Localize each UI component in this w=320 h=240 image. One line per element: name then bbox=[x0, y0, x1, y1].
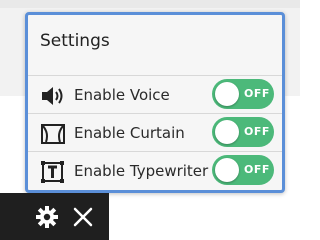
setting-row-voice: Enable Voice OFF bbox=[28, 75, 282, 115]
curtain-toggle[interactable]: OFF bbox=[212, 117, 274, 147]
toggle-state-label: OFF bbox=[244, 163, 270, 176]
curtain-icon bbox=[40, 123, 66, 145]
bottom-toolbar bbox=[0, 193, 109, 240]
setting-label-curtain: Enable Curtain bbox=[74, 124, 185, 142]
setting-label-typewriter: Enable Typewriter bbox=[74, 162, 209, 180]
toggle-knob bbox=[215, 120, 239, 144]
toggle-state-label: OFF bbox=[244, 87, 270, 100]
background-top-band bbox=[0, 0, 300, 8]
setting-label-voice: Enable Voice bbox=[74, 86, 170, 104]
toggle-knob bbox=[215, 82, 239, 106]
typewriter-toggle[interactable]: OFF bbox=[212, 155, 274, 185]
close-icon[interactable] bbox=[71, 205, 95, 229]
settings-title: Settings bbox=[40, 31, 110, 51]
toggle-state-label: OFF bbox=[244, 125, 270, 138]
typewriter-icon bbox=[40, 161, 66, 183]
speaker-icon bbox=[40, 85, 66, 107]
gear-icon[interactable] bbox=[35, 205, 59, 229]
voice-toggle[interactable]: OFF bbox=[212, 79, 274, 109]
setting-row-typewriter: Enable Typewriter OFF bbox=[28, 151, 282, 190]
setting-row-curtain: Enable Curtain OFF bbox=[28, 113, 282, 153]
toggle-knob bbox=[215, 158, 239, 182]
settings-panel: Settings Enable Voice OFF Enable Curtain bbox=[25, 12, 285, 193]
